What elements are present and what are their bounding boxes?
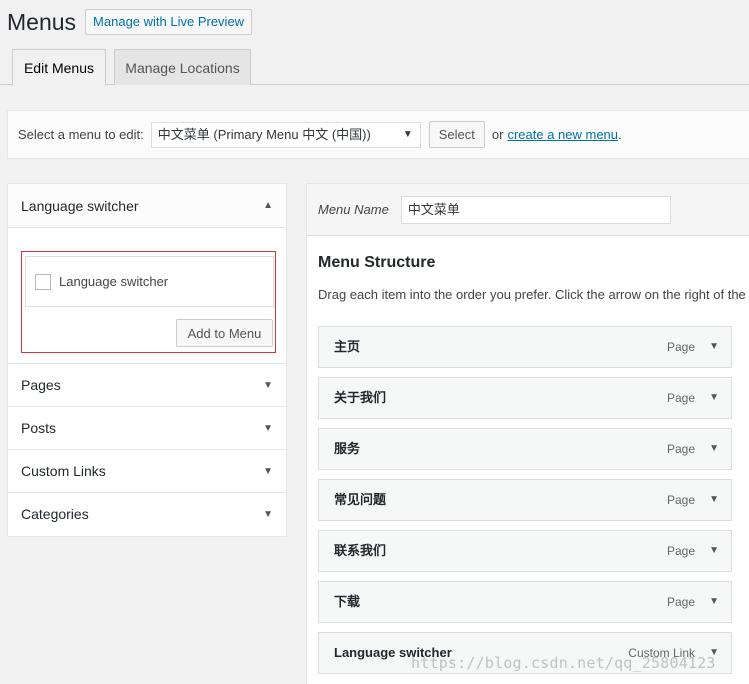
triangle-down-icon: ▼ [263, 509, 273, 520]
menu-item-type: Page [666, 391, 695, 405]
menu-structure-title: Menu Structure [318, 254, 436, 271]
menu-name-header: Menu Name 中文菜单 [307, 184, 749, 236]
menu-item[interactable]: 服务 Page ▼ [318, 428, 732, 470]
language-switcher-checkbox[interactable] [35, 273, 51, 290]
page-title: Menus [7, 9, 77, 35]
create-link-suffix: . [618, 127, 622, 142]
menu-item-type: Page [666, 442, 695, 456]
panel-categories-header[interactable]: Categories ▼ [8, 493, 286, 536]
menu-item-title: 服务 [334, 441, 361, 456]
triangle-up-icon: ▲ [263, 200, 273, 211]
panel-title: Language switcher [21, 198, 139, 214]
panel-title: Custom Links [21, 463, 106, 479]
panel-title: Categories [21, 506, 89, 522]
panel-posts-header[interactable]: Posts ▼ [8, 407, 286, 450]
panel-language-switcher-body: Language switcher Add to Menu [8, 228, 286, 364]
menu-select-value: 中文菜单 (Primary Menu 中文 (中国)) [157, 126, 371, 142]
triangle-down-icon: ▼ [263, 466, 273, 477]
menu-item[interactable]: 关于我们 Page ▼ [318, 377, 732, 419]
menu-item[interactable]: 下载 Page ▼ [318, 581, 732, 623]
triangle-down-icon: ▼ [263, 380, 273, 391]
triangle-down-icon[interactable]: ▼ [709, 327, 719, 367]
checkbox-label: Language switcher [59, 274, 169, 289]
chevron-down-icon: ▼ [402, 128, 413, 140]
menu-select-dropdown[interactable]: 中文菜单 (Primary Menu 中文 (中国)) ▼ [150, 121, 421, 148]
menu-item-type: Page [666, 595, 695, 609]
add-to-menu-button[interactable]: Add to Menu [176, 319, 273, 347]
triangle-down-icon[interactable]: ▼ [709, 582, 719, 622]
menu-item-title: 下载 [334, 594, 361, 609]
menu-structure-description: Drag each item into the order you prefer… [318, 287, 746, 302]
menu-name-input[interactable]: 中文菜单 [400, 195, 671, 224]
watermark: https://blog.csdn.net/qq_25804123 [411, 654, 716, 672]
triangle-down-icon: ▼ [263, 423, 273, 434]
menu-item[interactable]: 主页 Page ▼ [318, 326, 732, 368]
add-menu-items-accordion: Language switcher ▲ Language switcher Ad… [7, 183, 287, 537]
page-header: Menus Manage with Live Preview [7, 7, 253, 37]
menus-page: Menus Manage with Live Preview Edit Menu… [0, 0, 749, 684]
tab-manage-locations[interactable]: Manage Locations [114, 49, 251, 85]
menu-item-title: 常见问题 [334, 492, 387, 507]
menu-item[interactable]: 联系我们 Page ▼ [318, 530, 732, 572]
or-text: or [491, 127, 504, 142]
menu-item-type: Page [666, 493, 695, 507]
menu-item-title: 主页 [334, 339, 361, 354]
panel-title: Posts [21, 420, 57, 436]
panel-pages-header[interactable]: Pages ▼ [8, 364, 286, 407]
tab-edit-menus[interactable]: Edit Menus [12, 49, 106, 86]
highlight-annotation: Language switcher Add to Menu [21, 251, 276, 353]
triangle-down-icon[interactable]: ▼ [709, 429, 719, 469]
language-switcher-checklist: Language switcher [25, 256, 274, 307]
triangle-down-icon[interactable]: ▼ [709, 480, 719, 520]
panel-title: Pages [21, 377, 61, 393]
menu-item-title: 关于我们 [334, 390, 387, 405]
menu-item[interactable]: 常见问题 Page ▼ [318, 479, 732, 521]
live-preview-button[interactable]: Manage with Live Preview [85, 9, 253, 35]
select-menu-label: Select a menu to edit: [18, 127, 144, 142]
menu-item-type: Page [666, 340, 695, 354]
manage-menus-bar: Select a menu to edit: 中文菜单 (Primary Men… [7, 110, 749, 159]
select-button[interactable]: Select [428, 121, 485, 148]
nav-tabs: Edit Menus Manage Locations [0, 49, 749, 86]
create-new-menu-link[interactable]: create a new menu [507, 127, 618, 142]
triangle-down-icon[interactable]: ▼ [709, 378, 719, 418]
panel-custom-links-header[interactable]: Custom Links ▼ [8, 450, 286, 493]
menu-editor: Menu Name 中文菜单 Menu Structure Drag each … [306, 183, 749, 684]
menu-name-label: Menu Name [318, 202, 389, 217]
menu-item-type: Page [666, 544, 695, 558]
triangle-down-icon[interactable]: ▼ [709, 531, 719, 571]
panel-language-switcher-header[interactable]: Language switcher ▲ [8, 184, 286, 228]
menu-item-title: 联系我们 [334, 543, 387, 558]
